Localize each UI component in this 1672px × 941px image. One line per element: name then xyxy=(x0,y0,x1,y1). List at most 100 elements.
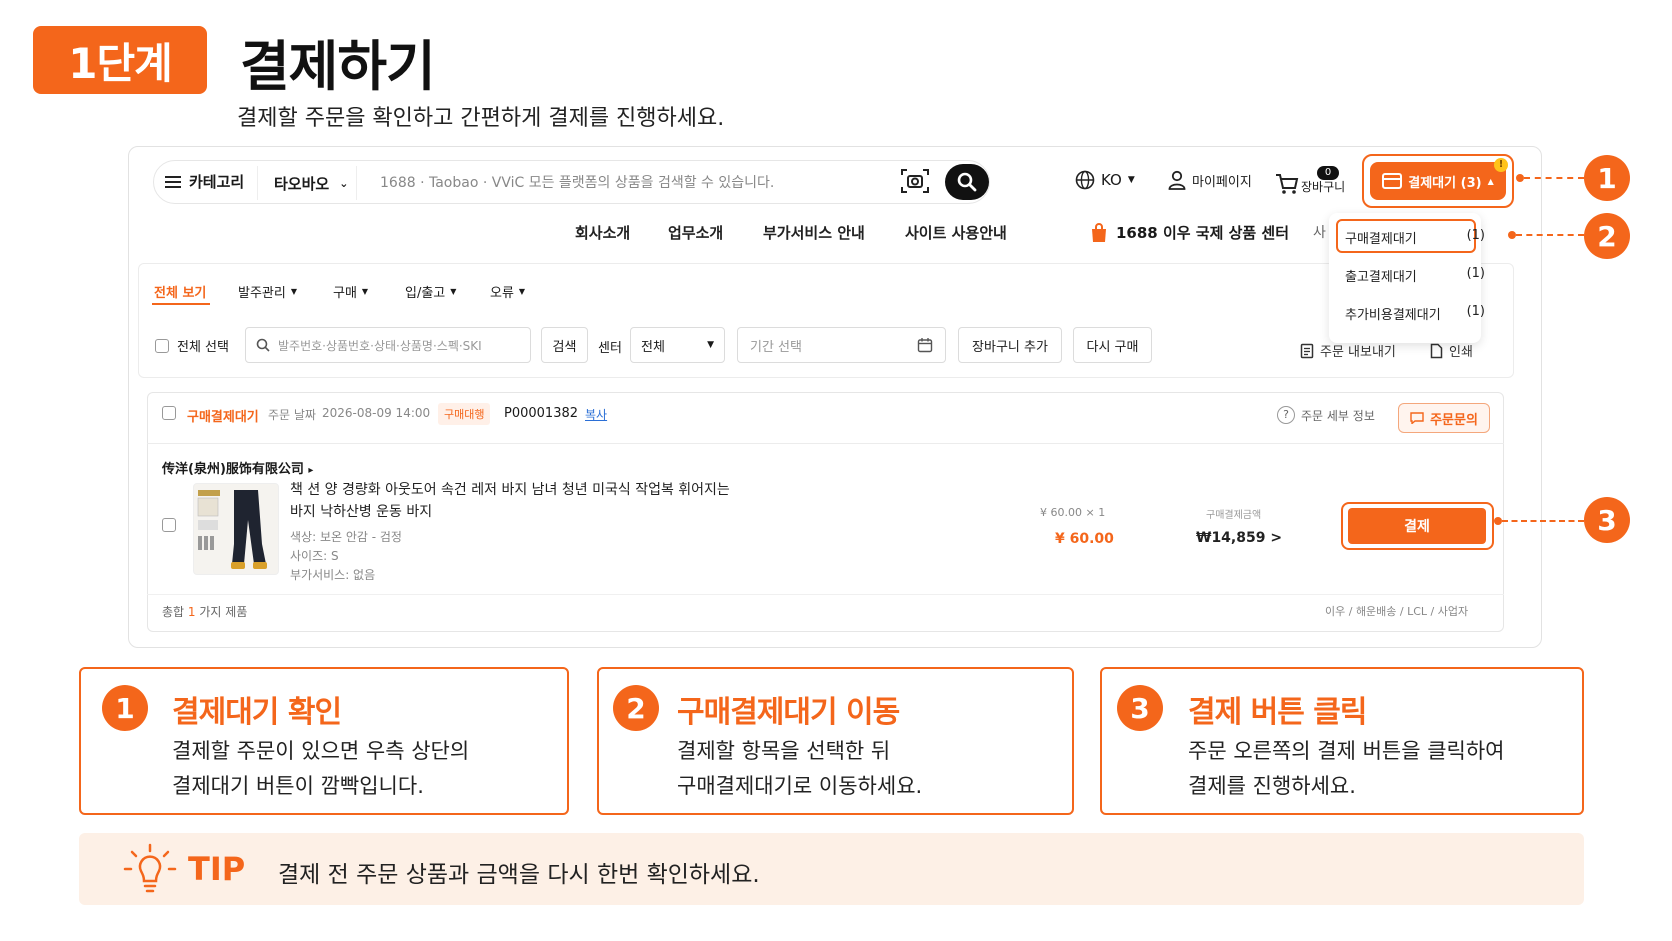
callout-2-line xyxy=(1516,234,1584,236)
caret-up-icon: ▲ xyxy=(1487,176,1494,186)
mypage-link[interactable]: 마이페이지 xyxy=(1168,170,1252,190)
cart-label: 장바구니 xyxy=(1301,180,1346,194)
callout-3: 3 xyxy=(1584,497,1630,543)
document-icon xyxy=(1300,343,1314,358)
step-card-2-title: 구매결제대기 이동 xyxy=(677,695,900,730)
copy-order-number-link[interactable]: 복사 xyxy=(585,406,607,423)
print-label: 인쇄 xyxy=(1449,345,1473,360)
order-search-placeholder: 발주번호·상품번호·상태·상품명·스펙·SKI xyxy=(278,338,482,353)
step-card-3-title: 결제 버튼 클릭 xyxy=(1188,695,1367,730)
dropdown-item-extra-fee-pay-wait[interactable]: 추가비용결제대기 (1) xyxy=(1345,304,1485,323)
step-card-2-body: 결제할 항목을 선택한 뒤 구매결제대기로 이동하세요. xyxy=(677,734,922,804)
pay-wait-button[interactable]: 결제대기 (3) ▲ xyxy=(1370,162,1506,200)
nav-company[interactable]: 회사소개 xyxy=(575,222,630,243)
order-search-input[interactable]: 발주번호·상품번호·상태·상품명·스펙·SKI xyxy=(245,327,531,363)
language-label: KO xyxy=(1101,171,1122,189)
dropdown-item-shipping-pay-wait[interactable]: 출고결제대기 (1) xyxy=(1345,266,1485,285)
tab-active-indicator xyxy=(152,303,210,305)
tab-label: 입/출고 xyxy=(405,286,446,301)
cart-count-badge: 0 xyxy=(1317,166,1339,180)
dropdown-item-label: 구매결제대기 xyxy=(1345,232,1417,247)
category-button[interactable]: 카테고리 xyxy=(165,171,244,192)
callout-1: 1 xyxy=(1584,155,1630,201)
payment-amount-krw[interactable]: ₩14,859 > xyxy=(1196,530,1282,546)
caret-down-icon: ▼ xyxy=(450,287,457,296)
filter-search-button[interactable]: 검색 xyxy=(541,327,588,363)
product-option-color: 색상: 보온 안감 - 검정 xyxy=(290,530,402,544)
caret-down-icon: ▼ xyxy=(290,287,297,296)
order-checkbox[interactable] xyxy=(162,406,176,420)
tip-text: 결제 전 주문 상품과 금액을 다시 한번 확인하세요. xyxy=(278,862,760,888)
tab-inbound-outbound[interactable]: 입/출고 ▼ xyxy=(405,282,456,301)
tab-error[interactable]: 오류 ▼ xyxy=(490,282,525,301)
tip-label: TIP xyxy=(188,850,246,888)
language-select[interactable]: KO ▼ xyxy=(1075,170,1135,190)
step-card-3-body: 주문 오른쪽의 결제 버튼을 클릭하여 결제를 진행하세요. xyxy=(1188,734,1505,804)
tab-purchase[interactable]: 구매 ▼ xyxy=(333,282,368,301)
globe-icon xyxy=(1075,170,1095,190)
export-label: 주문 내보내기 xyxy=(1320,345,1396,360)
step-card-2-line1: 결제할 항목을 선택한 뒤 xyxy=(677,739,891,763)
page-subtitle: 결제할 주문을 확인하고 간편하게 결제를 진행하세요. xyxy=(237,106,725,131)
order-status: 구매결제대기 xyxy=(187,410,259,425)
item-checkbox[interactable] xyxy=(162,517,176,536)
export-orders-button[interactable]: 주문 내보내기 xyxy=(1300,341,1396,360)
product-title[interactable]: 책 션 양 경량화 아웃도어 속건 레저 바지 남녀 청년 미국식 작업복 휘어… xyxy=(290,479,740,523)
checkbox[interactable] xyxy=(162,406,176,420)
nav-truncated-item[interactable]: 사 xyxy=(1313,222,1326,242)
order-inquiry-button[interactable]: 주문문의 xyxy=(1398,403,1490,433)
search-input[interactable]: 1688 · Taobao · VViC 모든 플랫폼의 상품을 검색할 수 있… xyxy=(380,172,774,192)
step-card-1-line2: 결제대기 버튼이 깜빡입니다. xyxy=(172,774,424,798)
camera-search-icon[interactable] xyxy=(900,167,930,195)
order-card-divider xyxy=(147,594,1504,595)
dropdown-item-label: 출고결제대기 xyxy=(1345,270,1417,285)
select-all-checkbox[interactable]: 전체 선택 xyxy=(155,336,229,355)
calendar-icon xyxy=(917,338,933,353)
seller-name[interactable]: 传洋(泉州)服饰有限公司 ▸ xyxy=(162,458,313,477)
dropdown-item-purchase-pay-wait[interactable]: 구매결제대기 (1) xyxy=(1345,228,1485,247)
menu-icon xyxy=(165,175,181,188)
nav-site-guide[interactable]: 사이트 사용안내 xyxy=(905,222,1007,243)
checkbox[interactable] xyxy=(162,518,176,532)
shipping-info: 이우 / 해운배송 / LCL / 사업자 xyxy=(1325,605,1469,618)
step-card-3-line1: 주문 오른쪽의 결제 버튼을 클릭하여 xyxy=(1188,739,1505,763)
order-detail-label: 주문 세부 정보 xyxy=(1301,408,1375,423)
step-badge: 1단계 xyxy=(33,26,207,94)
payment-amount-label: 구매결제금액 xyxy=(1206,510,1262,521)
callout-2: 2 xyxy=(1584,213,1630,259)
print-button[interactable]: 인쇄 xyxy=(1430,341,1473,360)
nav-addon-services[interactable]: 부가서비스 안내 xyxy=(763,222,865,243)
caret-down-icon: ▼ xyxy=(361,287,369,296)
tab-order-management[interactable]: 발주관리 ▼ xyxy=(238,282,297,301)
product-option-addon: 부가서비스: 없음 xyxy=(290,568,376,582)
tab-all[interactable]: 전체 보기 xyxy=(154,282,206,301)
center-label: 센터 xyxy=(598,341,622,356)
site-select[interactable]: 타오바오 ⌄ xyxy=(257,166,357,200)
card-icon xyxy=(1382,173,1403,189)
order-total-suffix: 가지 제품 xyxy=(199,605,248,619)
caret-down-icon: ▼ xyxy=(518,287,526,296)
order-detail-link[interactable]: ? 주문 세부 정보 xyxy=(1277,406,1375,424)
callout-3-anchor xyxy=(1494,517,1502,525)
center-select-value: 전체 xyxy=(641,339,665,355)
chat-icon xyxy=(1410,412,1424,424)
tab-label: 구매 xyxy=(333,286,357,301)
mypage-label: 마이페이지 xyxy=(1192,174,1252,190)
date-range-input[interactable]: 기간 선택 xyxy=(737,327,946,363)
step-card-3-number: 3 xyxy=(1117,685,1163,731)
category-label: 카테고리 xyxy=(189,173,245,191)
order-total: 총합 1 가지 제품 xyxy=(162,603,247,620)
add-to-cart-button[interactable]: 장바구니 추가 xyxy=(958,327,1062,363)
reorder-button[interactable]: 다시 구매 xyxy=(1073,327,1152,363)
search-icon xyxy=(256,338,270,352)
checkbox[interactable] xyxy=(155,338,169,353)
caret-down-icon: ▼ xyxy=(707,340,714,350)
pay-button[interactable]: 결제 xyxy=(1348,508,1486,544)
product-image[interactable] xyxy=(193,483,279,575)
center-select[interactable]: 전체 ▼ xyxy=(630,327,725,363)
search-icon xyxy=(957,172,977,192)
step-card-3-line2: 결제를 진행하세요. xyxy=(1188,774,1356,798)
nav-yiwu-center[interactable]: 1688 이우 국제 상품 센터 xyxy=(1090,222,1289,243)
search-button[interactable] xyxy=(945,164,989,200)
nav-business[interactable]: 업무소개 xyxy=(668,222,723,243)
